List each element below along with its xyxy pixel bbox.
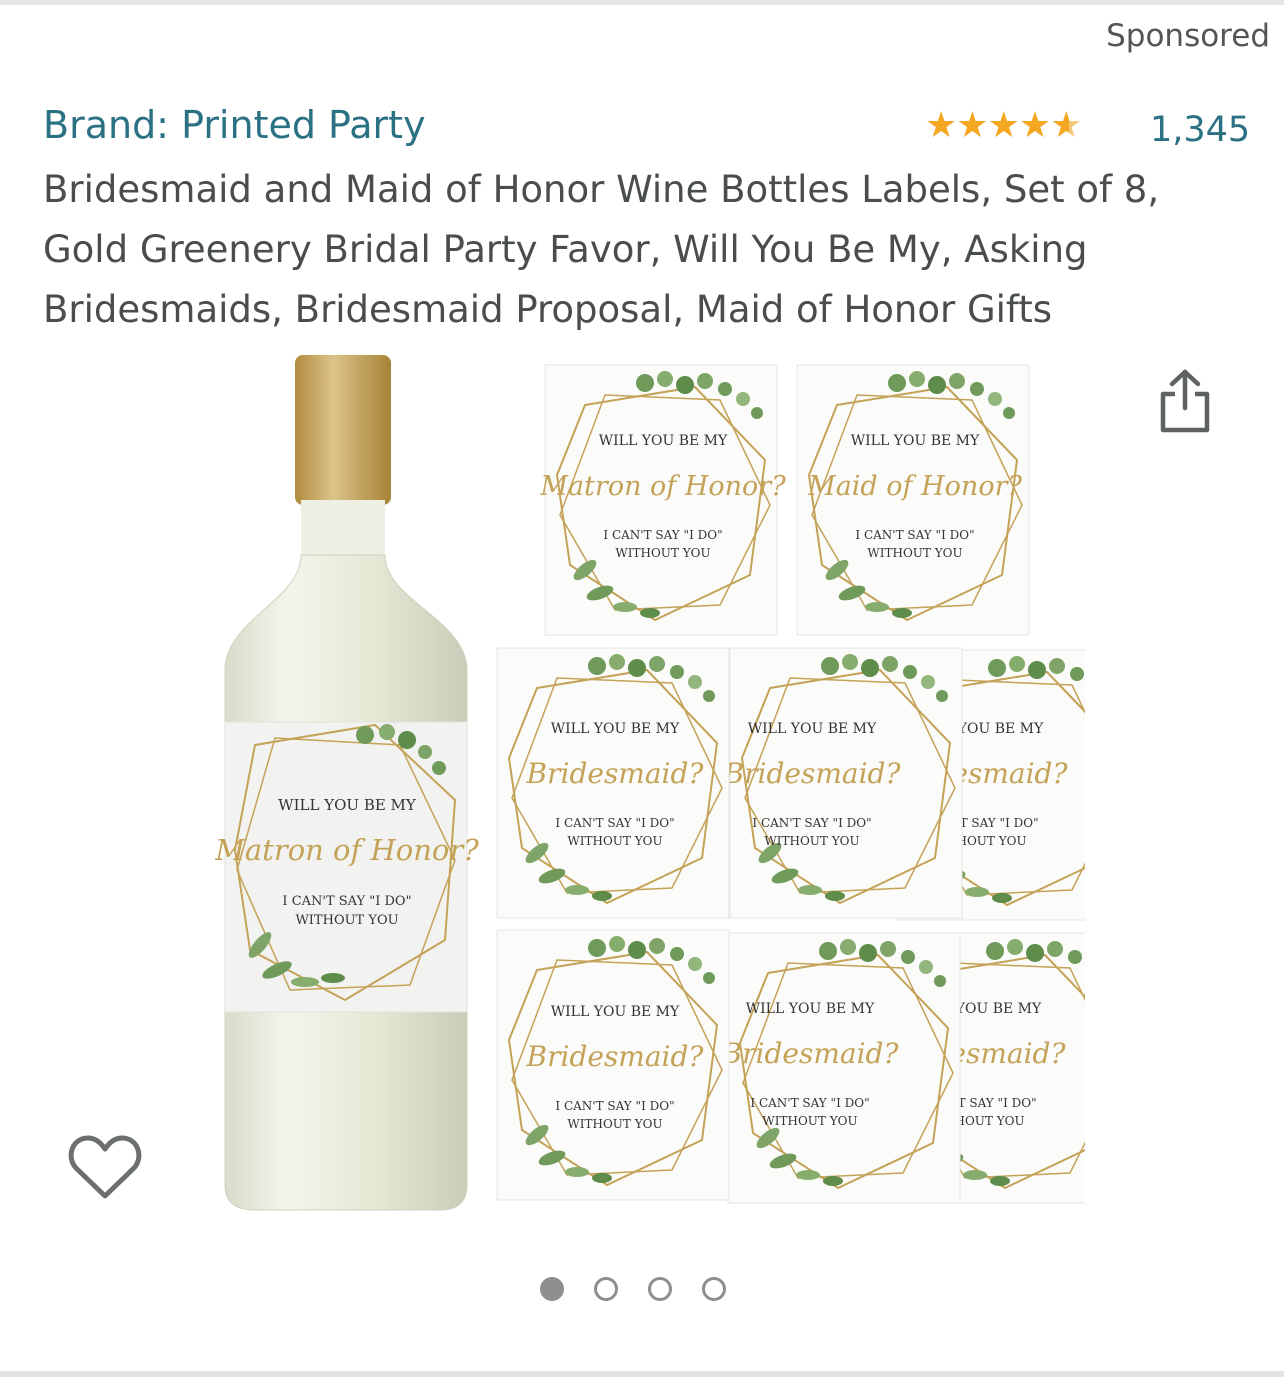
carousel-dot-2[interactable] — [594, 1277, 618, 1301]
card-script: Bridesmaid? — [526, 1040, 705, 1073]
carousel-dot-4[interactable] — [702, 1277, 726, 1301]
card-script: Bridesmaid? — [721, 1037, 900, 1070]
carousel-dot-3[interactable] — [648, 1277, 672, 1301]
card-line4: WITHOUT YOU — [615, 546, 710, 560]
product-image[interactable]: WILL YOU BE MY Matron of Honor? I CAN'T … — [215, 350, 1085, 1220]
card-line1: WILL YOU BE MY — [746, 1001, 875, 1017]
card-line3: I CAN'T SAY "I DO" — [855, 528, 974, 542]
card-line4: WITHOUT YOU — [762, 1114, 857, 1128]
wine-bottle — [224, 355, 468, 1211]
card-line1: WILL YOU BE MY — [551, 721, 680, 737]
rating-count[interactable]: 1,345 — [1150, 110, 1250, 150]
card-line3: I CAN'T SAY "I DO" — [752, 816, 871, 830]
bottle-label-line1: WILL YOU BE MY — [278, 796, 417, 814]
card-script: Bridesmaid? — [526, 757, 705, 790]
brand-link[interactable]: Brand: Printed Party — [43, 103, 426, 147]
card-line3: I CAN'T SAY "I DO" — [603, 528, 722, 542]
card-script: Maid of Honor? — [807, 471, 1022, 502]
card-line3: I CAN'T SAY "I DO" — [555, 1099, 674, 1113]
card-line1: WILL YOU BE MY — [748, 721, 877, 737]
star-icon: ★ — [1018, 105, 1052, 146]
card-line4: WITHOUT YOU — [867, 546, 962, 560]
share-icon[interactable] — [1155, 368, 1215, 434]
card-line3: I CAN'T SAY "I DO" — [750, 1096, 869, 1110]
card-line1: WILL YOU BE MY — [851, 433, 980, 449]
product-title[interactable]: Bridesmaid and Maid of Honor Wine Bottle… — [43, 160, 1243, 340]
bottom-divider — [0, 1371, 1284, 1377]
card-line4: WITHOUT YOU — [764, 834, 859, 848]
card-line4: WITHOUT YOU — [567, 834, 662, 848]
star-icon: ★ — [956, 105, 989, 146]
card-line1: WILL YOU BE MY — [551, 1004, 680, 1020]
carousel-pagination — [540, 1277, 726, 1301]
bottle-label-line4: WITHOUT YOU — [295, 913, 398, 928]
carousel-dot-1[interactable] — [540, 1277, 564, 1301]
star-icon: ★ — [925, 105, 958, 146]
star-icon: ★ — [987, 105, 1020, 146]
rating-stars[interactable]: ★ ★ ★ ★ ★ — [925, 105, 1083, 146]
top-divider — [0, 0, 1284, 5]
sponsored-label: Sponsored — [1106, 18, 1270, 54]
card-script: Bridesmaid? — [723, 757, 902, 790]
heart-outline-icon[interactable] — [68, 1132, 142, 1202]
bottle-label-line3: I CAN'T SAY "I DO" — [282, 894, 411, 909]
card-line4: WITHOUT YOU — [567, 1117, 662, 1131]
card-line1: WILL YOU BE MY — [599, 433, 728, 449]
star-half-icon: ★ — [1050, 105, 1083, 146]
bottle-label-script: Matron of Honor? — [215, 833, 479, 867]
card-script: Matron of Honor? — [539, 471, 786, 502]
card-line3: I CAN'T SAY "I DO" — [555, 816, 674, 830]
